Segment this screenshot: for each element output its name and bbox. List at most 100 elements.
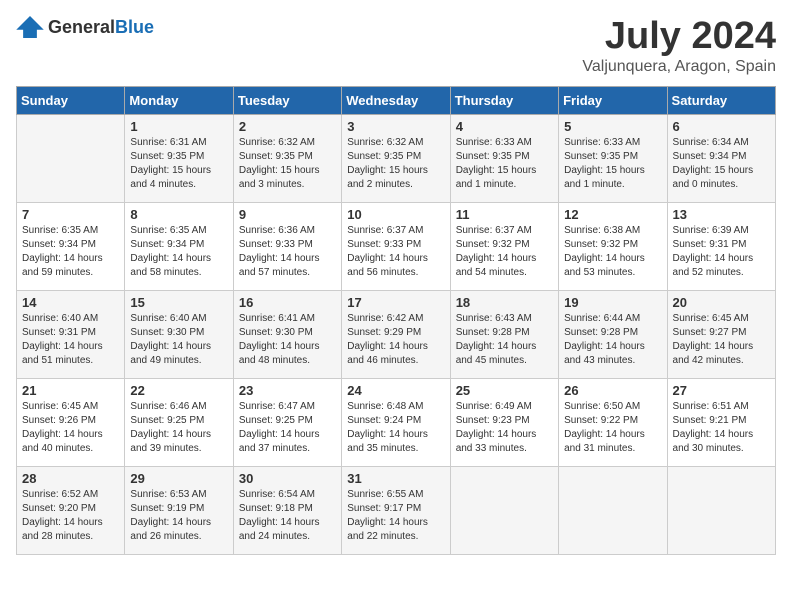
day-number: 8 [130,207,227,222]
calendar-cell: 11Sunrise: 6:37 AMSunset: 9:32 PMDayligh… [450,202,558,290]
day-number: 13 [673,207,770,222]
cell-content: Sunrise: 6:46 AMSunset: 9:25 PMDaylight:… [130,400,227,456]
cell-content: Sunrise: 6:32 AMSunset: 9:35 PMDaylight:… [347,136,444,192]
calendar-cell: 5 Sunrise: 6:33 AMSunset: 9:35 PMDaylight… [559,114,667,202]
calendar-cell: 9 Sunrise: 6:36 AMSunset: 9:33 PMDaylight… [233,202,341,290]
calendar-table: SundayMondayTuesdayWednesdayThursdayFrid… [16,86,776,555]
header-day-friday: Friday [559,86,667,114]
calendar-cell: 10Sunrise: 6:37 AMSunset: 9:33 PMDayligh… [342,202,450,290]
calendar-cell: 7 Sunrise: 6:35 AMSunset: 9:34 PMDaylight… [17,202,125,290]
calendar-week-row: 14 Sunrise: 6:40 AMSunset: 9:31 PMDayligh… [17,290,776,378]
day-number: 31 [347,471,444,486]
calendar-cell: 6Sunrise: 6:34 AMSunset: 9:34 PMDaylight… [667,114,775,202]
calendar-cell: 31 Sunrise: 6:55 AMSunset: 9:17 PMDayligh… [342,466,450,554]
calendar-cell: 30 Sunrise: 6:54 AMSunset: 9:18 PMDayligh… [233,466,341,554]
day-number: 15 [130,295,227,310]
calendar-cell: 18Sunrise: 6:43 AMSunset: 9:28 PMDayligh… [450,290,558,378]
day-number: 7 [22,207,119,222]
day-number: 21 [22,383,119,398]
day-number: 27 [673,383,770,398]
calendar-cell: 22 Sunrise: 6:46 AMSunset: 9:25 PMDayligh… [125,378,233,466]
day-number: 1 [130,119,227,134]
calendar-cell: 23Sunrise: 6:47 AMSunset: 9:25 PMDayligh… [233,378,341,466]
logo-text-general: General [48,17,115,37]
calendar-cell: 2 Sunrise: 6:32 AMSunset: 9:35 PMDaylight… [233,114,341,202]
calendar-cell [450,466,558,554]
cell-content: Sunrise: 6:48 AMSunset: 9:24 PMDaylight:… [347,400,444,456]
cell-content: Sunrise: 6:35 AMSunset: 9:34 PMDaylight:… [22,224,119,280]
cell-content: Sunrise: 6:33 AMSunset: 9:35 PMDaylight:… [564,136,661,192]
cell-content: Sunrise: 6:45 AMSunset: 9:26 PMDaylight:… [22,400,119,456]
calendar-cell: 29 Sunrise: 6:53 AMSunset: 9:19 PMDayligh… [125,466,233,554]
cell-content: Sunrise: 6:31 AMSunset: 9:35 PMDaylight:… [130,136,227,192]
cell-content: Sunrise: 6:32 AMSunset: 9:35 PMDaylight:… [239,136,336,192]
calendar-cell: 24Sunrise: 6:48 AMSunset: 9:24 PMDayligh… [342,378,450,466]
calendar-cell: 16Sunrise: 6:41 AMSunset: 9:30 PMDayligh… [233,290,341,378]
logo-icon [16,16,44,38]
day-number: 2 [239,119,336,134]
day-number: 14 [22,295,119,310]
cell-content: Sunrise: 6:37 AMSunset: 9:32 PMDaylight:… [456,224,553,280]
cell-content: Sunrise: 6:45 AMSunset: 9:27 PMDaylight:… [673,312,770,368]
header-day-monday: Monday [125,86,233,114]
header-day-wednesday: Wednesday [342,86,450,114]
day-number: 5 [564,119,661,134]
cell-content: Sunrise: 6:40 AMSunset: 9:31 PMDaylight:… [22,312,119,368]
cell-content: Sunrise: 6:49 AMSunset: 9:23 PMDaylight:… [456,400,553,456]
cell-content: Sunrise: 6:44 AMSunset: 9:28 PMDaylight:… [564,312,661,368]
title-block: July 2024 Valjunquera, Aragon, Spain [582,16,776,76]
calendar-cell: 28Sunrise: 6:52 AMSunset: 9:20 PMDayligh… [17,466,125,554]
calendar-cell: 17 Sunrise: 6:42 AMSunset: 9:29 PMDayligh… [342,290,450,378]
cell-content: Sunrise: 6:47 AMSunset: 9:25 PMDaylight:… [239,400,336,456]
calendar-cell: 12 Sunrise: 6:38 AMSunset: 9:32 PMDayligh… [559,202,667,290]
calendar-cell: 4Sunrise: 6:33 AMSunset: 9:35 PMDaylight… [450,114,558,202]
calendar-cell: 19Sunrise: 6:44 AMSunset: 9:28 PMDayligh… [559,290,667,378]
header-day-tuesday: Tuesday [233,86,341,114]
day-number: 20 [673,295,770,310]
calendar-cell [559,466,667,554]
calendar-cell: 20 Sunrise: 6:45 AMSunset: 9:27 PMDayligh… [667,290,775,378]
day-number: 3 [347,119,444,134]
cell-content: Sunrise: 6:54 AMSunset: 9:18 PMDaylight:… [239,488,336,544]
month-title: July 2024 [582,16,776,58]
cell-content: Sunrise: 6:38 AMSunset: 9:32 PMDaylight:… [564,224,661,280]
day-number: 18 [456,295,553,310]
calendar-cell: 15Sunrise: 6:40 AMSunset: 9:30 PMDayligh… [125,290,233,378]
cell-content: Sunrise: 6:52 AMSunset: 9:20 PMDaylight:… [22,488,119,544]
calendar-week-row: 1 Sunrise: 6:31 AMSunset: 9:35 PMDaylight… [17,114,776,202]
calendar-header: SundayMondayTuesdayWednesdayThursdayFrid… [17,86,776,114]
calendar-cell: 25 Sunrise: 6:49 AMSunset: 9:23 PMDayligh… [450,378,558,466]
cell-content: Sunrise: 6:51 AMSunset: 9:21 PMDaylight:… [673,400,770,456]
day-number: 29 [130,471,227,486]
cell-content: Sunrise: 6:36 AMSunset: 9:33 PMDaylight:… [239,224,336,280]
calendar-cell: 21 Sunrise: 6:45 AMSunset: 9:26 PMDayligh… [17,378,125,466]
cell-content: Sunrise: 6:50 AMSunset: 9:22 PMDaylight:… [564,400,661,456]
cell-content: Sunrise: 6:55 AMSunset: 9:17 PMDaylight:… [347,488,444,544]
day-number: 26 [564,383,661,398]
calendar-cell: 13 Sunrise: 6:39 AMSunset: 9:31 PMDayligh… [667,202,775,290]
day-number: 12 [564,207,661,222]
day-number: 17 [347,295,444,310]
header-day-thursday: Thursday [450,86,558,114]
calendar-cell: 1 Sunrise: 6:31 AMSunset: 9:35 PMDaylight… [125,114,233,202]
day-number: 30 [239,471,336,486]
calendar-cell: 8Sunrise: 6:35 AMSunset: 9:34 PMDaylight… [125,202,233,290]
cell-content: Sunrise: 6:39 AMSunset: 9:31 PMDaylight:… [673,224,770,280]
location-title: Valjunquera, Aragon, Spain [582,58,776,76]
day-number: 9 [239,207,336,222]
page-header: GeneralBlue July 2024 Valjunquera, Arago… [16,16,776,76]
calendar-week-row: 21 Sunrise: 6:45 AMSunset: 9:26 PMDayligh… [17,378,776,466]
day-number: 25 [456,383,553,398]
cell-content: Sunrise: 6:34 AMSunset: 9:34 PMDaylight:… [673,136,770,192]
day-number: 22 [130,383,227,398]
cell-content: Sunrise: 6:53 AMSunset: 9:19 PMDaylight:… [130,488,227,544]
cell-content: Sunrise: 6:41 AMSunset: 9:30 PMDaylight:… [239,312,336,368]
cell-content: Sunrise: 6:37 AMSunset: 9:33 PMDaylight:… [347,224,444,280]
cell-content: Sunrise: 6:33 AMSunset: 9:35 PMDaylight:… [456,136,553,192]
calendar-cell: 14 Sunrise: 6:40 AMSunset: 9:31 PMDayligh… [17,290,125,378]
logo: GeneralBlue [16,16,154,38]
header-day-sunday: Sunday [17,86,125,114]
cell-content: Sunrise: 6:42 AMSunset: 9:29 PMDaylight:… [347,312,444,368]
calendar-cell [17,114,125,202]
calendar-cell [667,466,775,554]
